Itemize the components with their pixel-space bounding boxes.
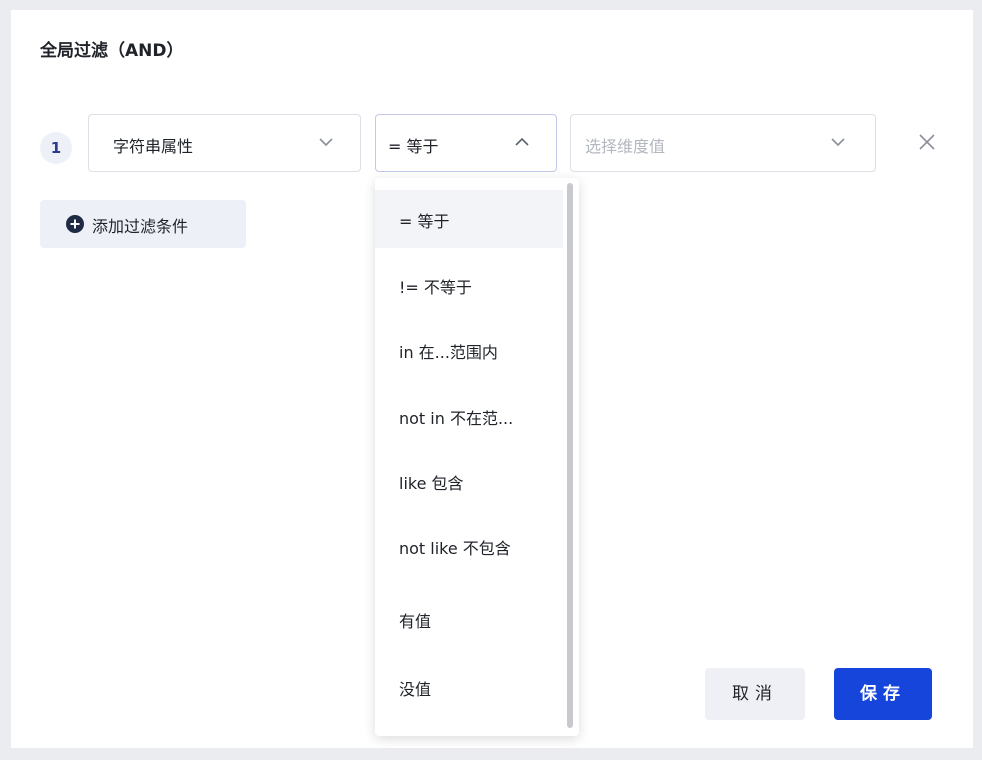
add-filter-button[interactable]: 添加过滤条件 [40, 200, 246, 248]
dimension-value-placeholder: 选择维度值 [585, 137, 666, 156]
add-filter-label: 添加过滤条件 [92, 217, 189, 236]
operator-option-label: = 等于 [399, 212, 450, 231]
chevron-down-icon [319, 138, 333, 147]
operator-option-label: not in 不在范... [399, 409, 514, 428]
operator-option[interactable]: not in 不在范... [375, 387, 563, 445]
close-icon[interactable] [915, 130, 939, 154]
operator-option[interactable]: like 包含 [375, 452, 563, 510]
operator-option[interactable]: not like 不包含 [375, 517, 563, 575]
operator-option-label: like 包含 [399, 474, 464, 493]
operator-option-label: in 在...范围内 [399, 343, 498, 362]
chevron-down-icon [831, 138, 845, 147]
operator-option-label: 有值 [399, 612, 432, 631]
operator-option[interactable]: 有值 [375, 590, 563, 648]
attribute-select[interactable]: 字符串属性 [88, 114, 361, 172]
operator-option-label: 没值 [399, 680, 432, 699]
operator-dropdown: = 等于 != 不等于 in 在...范围内 not in 不在范... lik… [375, 178, 579, 736]
operator-option-label: not like 不包含 [399, 539, 511, 558]
attribute-select-value: 字符串属性 [113, 137, 194, 156]
dimension-value-select[interactable]: 选择维度值 [570, 114, 876, 172]
operator-option[interactable]: in 在...范围内 [375, 321, 563, 379]
chevron-up-icon [515, 137, 529, 146]
save-button[interactable]: 保存 [834, 668, 932, 720]
operator-option[interactable]: != 不等于 [375, 256, 563, 314]
operator-option[interactable]: = 等于 [375, 190, 563, 248]
plus-circle-icon [66, 215, 84, 233]
filter-row-index: 1 [40, 132, 72, 164]
cancel-button[interactable]: 取消 [705, 668, 805, 720]
global-filter-dialog: 全局过滤（AND） 1 字符串属性 = 等于 选择维度值 添加过滤条件 = 等于… [11, 10, 973, 748]
operator-option[interactable]: 没值 [375, 658, 563, 716]
dialog-title: 全局过滤（AND） [40, 41, 184, 61]
operator-select[interactable]: = 等于 [375, 114, 557, 172]
operator-select-value: = 等于 [388, 137, 439, 156]
dropdown-scrollbar[interactable] [567, 183, 573, 728]
operator-option-label: != 不等于 [399, 278, 472, 297]
